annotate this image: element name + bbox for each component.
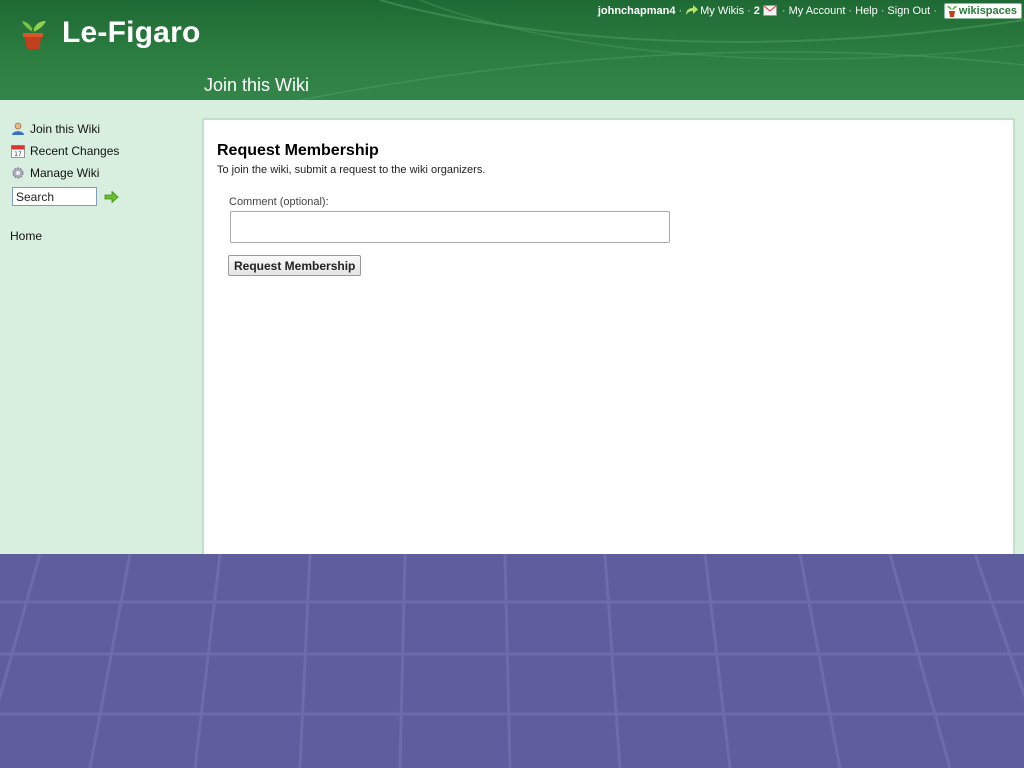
desktop-grid-decoration <box>0 554 1024 768</box>
my-account-link[interactable]: My Account <box>789 5 846 17</box>
sidebar-item-recent-changes[interactable]: 17 Recent Changes <box>10 140 119 162</box>
username-link[interactable]: johnchapman4 <box>598 5 676 17</box>
site-title[interactable]: Le-Figaro <box>62 16 200 50</box>
gear-icon <box>10 165 26 181</box>
separator: · <box>678 4 683 17</box>
wikispaces-logo-icon <box>946 5 957 17</box>
message-count[interactable]: 2 <box>754 5 760 17</box>
site-logo[interactable]: Le-Figaro <box>18 16 200 50</box>
wikispaces-brand-label: wikispaces <box>958 4 1017 17</box>
comment-field[interactable] <box>230 211 670 243</box>
separator: · <box>781 4 786 17</box>
site-header: Le-Figaro Join this Wiki johnchapman4 · … <box>0 0 1024 100</box>
sidebar-item-label: Recent Changes <box>30 144 120 158</box>
account-toolbar: johnchapman4 · My Wikis · 2 · My Account… <box>598 2 1022 19</box>
search-input[interactable] <box>12 187 97 206</box>
plant-pot-icon <box>22 21 46 49</box>
sidebar-item-label: Manage Wiki <box>30 166 100 180</box>
main-content: Request Membership To join the wiki, sub… <box>202 118 1015 554</box>
intro-text: To join the wiki, submit a request to th… <box>217 164 486 176</box>
sidebar-home-link[interactable]: Home <box>10 229 42 243</box>
sidebar-item-join-wiki[interactable]: Join this Wiki <box>10 118 119 140</box>
sidebar-nav: Join this Wiki 17 Recent Changes Manage … <box>10 118 119 184</box>
my-wikis-arrow-icon <box>686 5 699 15</box>
comment-label: Comment (optional): <box>229 196 329 208</box>
separator: · <box>848 4 853 17</box>
sidebar-search <box>12 187 119 206</box>
sidebar-item-manage-wiki[interactable]: Manage Wiki <box>10 162 119 184</box>
help-link[interactable]: Help <box>855 5 878 17</box>
separator: · <box>747 4 751 17</box>
sidebar-item-label: Join this Wiki <box>30 122 101 136</box>
svg-text:17: 17 <box>14 151 22 158</box>
user-icon <box>10 121 26 137</box>
separator: · <box>933 4 937 17</box>
desktop-background <box>0 554 1024 768</box>
sign-out-link[interactable]: Sign Out <box>887 5 930 17</box>
request-membership-button[interactable]: Request Membership <box>228 255 362 276</box>
wikispaces-brand-link[interactable]: wikispaces <box>943 2 1022 19</box>
page-heading: Join this Wiki <box>204 75 310 95</box>
sidebar: Join this Wiki 17 Recent Changes Manage … <box>0 100 202 554</box>
my-wikis-link[interactable]: My Wikis <box>700 5 744 17</box>
calendar-icon: 17 <box>10 143 26 159</box>
separator: · <box>880 4 885 17</box>
envelope-icon[interactable] <box>762 5 777 16</box>
page-title: Request Membership <box>217 142 379 159</box>
search-go-arrow-icon[interactable] <box>103 189 119 205</box>
